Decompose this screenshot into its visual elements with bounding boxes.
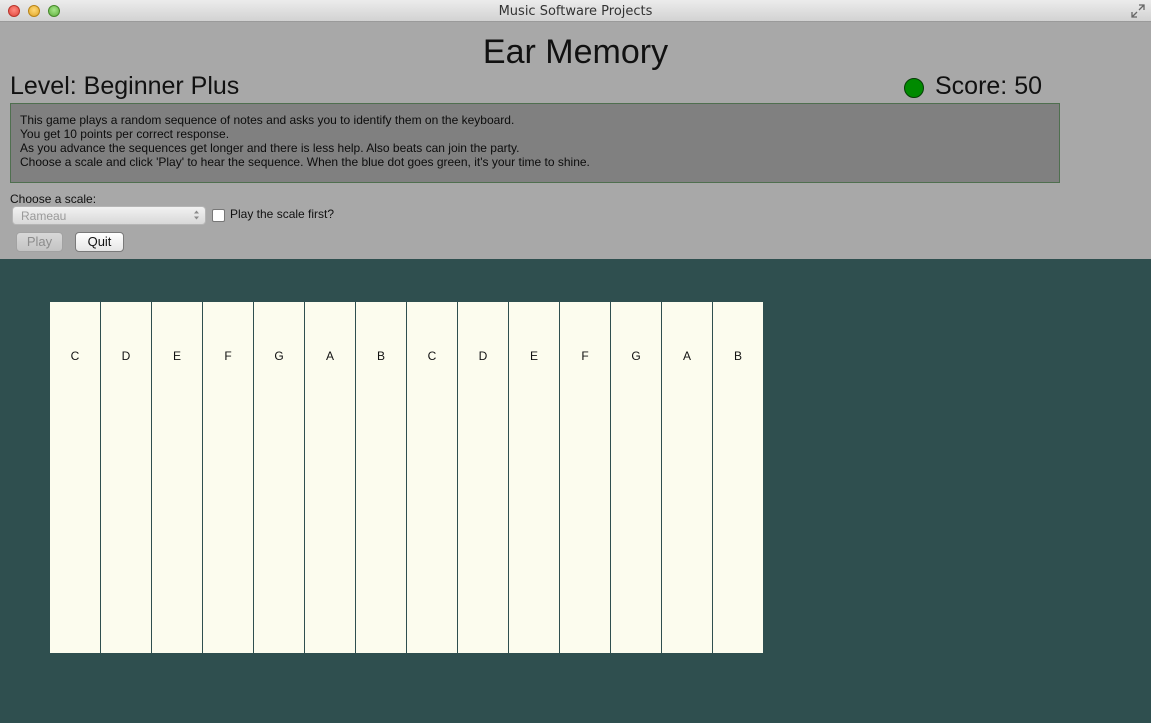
piano-key-f[interactable]: F xyxy=(203,302,254,653)
select-arrows-icon xyxy=(194,210,199,220)
game-title: Ear Memory xyxy=(482,33,669,71)
play-button[interactable]: Play xyxy=(16,232,63,252)
key-label: E xyxy=(529,349,538,363)
score-label: Score: 50 xyxy=(935,72,1043,100)
piano-key-f-high[interactable]: F xyxy=(560,302,611,653)
piano-key-c-high[interactable]: C xyxy=(407,302,458,653)
control-panel: Ear Memory Level: Beginner Plus Score: 5… xyxy=(0,22,1151,259)
key-label: A xyxy=(682,349,691,363)
piano-key-b-high[interactable]: B xyxy=(713,302,763,653)
piano-keyboard: C D E F G A B C D E F G A B xyxy=(50,302,763,653)
scale-select-value: Rameau xyxy=(21,209,67,223)
key-label: C xyxy=(427,349,437,363)
status-indicator xyxy=(904,78,924,98)
key-label: E xyxy=(172,349,181,363)
piano-key-g-high[interactable]: G xyxy=(611,302,662,653)
instruction-line: Choose a scale and click 'Play' to hear … xyxy=(20,155,590,169)
key-label: D xyxy=(121,349,131,363)
piano-key-a[interactable]: A xyxy=(305,302,356,653)
level-label: Level: Beginner Plus xyxy=(10,72,240,100)
key-label: F xyxy=(581,349,589,363)
key-label: G xyxy=(631,349,641,363)
piano-key-b[interactable]: B xyxy=(356,302,407,653)
piano-key-e-high[interactable]: E xyxy=(509,302,560,653)
piano-key-e[interactable]: E xyxy=(152,302,203,653)
piano-key-d-high[interactable]: D xyxy=(458,302,509,653)
instruction-line: You get 10 points per correct response. xyxy=(20,127,230,141)
key-label: A xyxy=(325,349,334,363)
piano-key-c[interactable]: C xyxy=(50,302,101,653)
key-label: D xyxy=(478,349,488,363)
piano-key-g[interactable]: G xyxy=(254,302,305,653)
window-title: Music Software Projects xyxy=(498,4,653,19)
instruction-line: As you advance the sequences get longer … xyxy=(20,141,520,155)
key-label: B xyxy=(733,349,742,363)
play-scale-first-label[interactable]: Play the scale first? xyxy=(230,207,334,221)
piano-key-a-high[interactable]: A xyxy=(662,302,713,653)
scale-select[interactable]: Rameau xyxy=(12,206,206,225)
key-label: F xyxy=(224,349,232,363)
fullscreen-icon[interactable] xyxy=(1131,4,1145,18)
key-label: C xyxy=(70,349,80,363)
scale-label: Choose a scale: xyxy=(10,192,97,206)
window-titlebar: Music Software Projects xyxy=(0,0,1151,22)
key-label: G xyxy=(274,349,284,363)
key-label: B xyxy=(376,349,385,363)
piano-key-d[interactable]: D xyxy=(101,302,152,653)
instruction-line: This game plays a random sequence of not… xyxy=(20,113,515,127)
play-scale-first-checkbox[interactable] xyxy=(212,209,225,222)
instructions-box: This game plays a random sequence of not… xyxy=(10,103,1060,183)
quit-button[interactable]: Quit xyxy=(75,232,124,252)
